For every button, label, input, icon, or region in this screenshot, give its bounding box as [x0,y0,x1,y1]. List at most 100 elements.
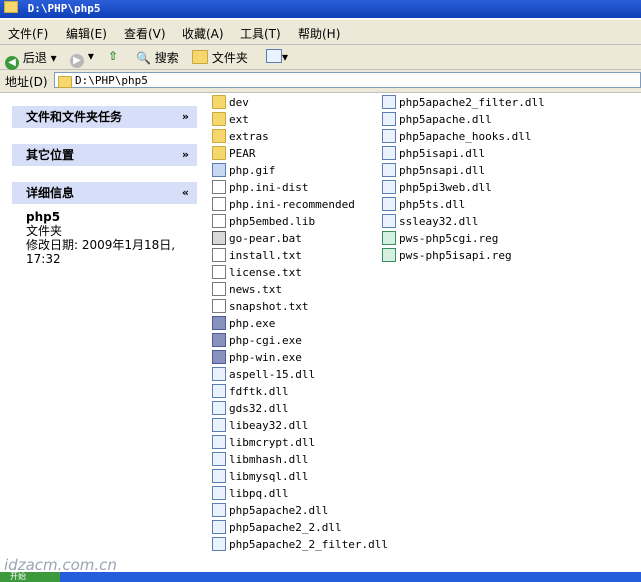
file-name: dev [229,96,249,109]
file-item[interactable]: news.txt [212,281,282,298]
file-item[interactable]: go-pear.bat [212,230,302,247]
file-tasks-title: 文件和文件夹任务 [26,110,123,124]
folder-icon [192,50,208,64]
file-name: php5nsapi.dll [399,164,486,177]
menu-view[interactable]: 查看(V) [124,25,166,42]
file-name: ssleay32.dll [399,215,479,228]
views-button[interactable]: ▾ [266,49,288,64]
file-item[interactable]: aspell-15.dll [212,366,315,383]
file-name: php.ini-recommended [229,198,355,211]
doc-file-icon [212,265,226,279]
file-name: go-pear.bat [229,232,302,245]
folder-file-icon [212,112,226,126]
dll-file-icon [382,180,396,194]
file-name: ext [229,113,249,126]
file-item[interactable]: php.ini-recommended [212,196,355,213]
folders-label: 文件夹 [211,51,248,65]
doc-file-icon [212,248,226,262]
file-item[interactable]: php5apache2_filter.dll [382,94,545,111]
file-name: php.gif [229,164,276,177]
file-tasks-header[interactable]: 文件和文件夹任务 » [12,106,197,128]
other-places-header[interactable]: 其它位置 » [12,144,197,166]
file-item[interactable]: snapshot.txt [212,298,308,315]
file-item[interactable]: php.gif [212,162,275,179]
dll-file-icon [212,486,226,500]
menu-favorites[interactable]: 收藏(A) [182,25,224,42]
file-name: php-win.exe [229,351,302,364]
file-item[interactable]: ssleay32.dll [382,213,478,230]
back-button[interactable]: ◀ 后退 ▾ [5,49,57,70]
file-item[interactable]: php.exe [212,315,275,332]
file-name: libmhash.dll [229,453,309,466]
file-name: php5isapi.dll [399,147,486,160]
file-item[interactable]: php5isapi.dll [382,145,485,162]
folder-icon [4,1,18,13]
file-item[interactable]: libmysql.dll [212,468,308,485]
file-item[interactable]: php5apache2_2.dll [212,519,342,536]
folders-button[interactable]: 文件夹 [192,49,248,66]
file-item[interactable]: php-win.exe [212,349,302,366]
back-label: 后退 [22,51,47,65]
folder-file-icon [212,95,226,109]
file-item[interactable]: PEAR [212,145,256,162]
file-item[interactable]: php-cgi.exe [212,332,302,349]
details-title: 详细信息 [26,186,75,200]
file-item[interactable]: php5ts.dll [382,196,465,213]
file-name: libmysql.dll [229,470,309,483]
file-item[interactable]: libmcrypt.dll [212,434,315,451]
file-item[interactable]: ext [212,111,249,128]
file-list: dev ext extras PEAR php.gif php.ini-dist php.i… [206,93,641,553]
file-item[interactable]: gds32.dll [212,400,289,417]
start-button[interactable]: 开始 [0,572,60,582]
file-name: php5apache.dll [399,113,492,126]
file-item[interactable]: php5apache.dll [382,111,492,128]
chevron-up-icon: « [181,186,189,199]
file-item[interactable]: license.txt [212,264,302,281]
dll-file-icon [212,384,226,398]
file-item[interactable]: php.ini-dist [212,179,308,196]
up-arrow-icon: ⇧ [108,49,119,63]
file-item[interactable]: pws-php5cgi.reg [382,230,498,247]
file-name: fdftk.dll [229,385,289,398]
file-item[interactable]: install.txt [212,247,302,264]
file-item[interactable]: php5apache2_2_filter.dll [212,536,388,553]
bat-file-icon [212,231,226,245]
back-arrow-icon: ◀ [5,56,19,70]
folder-icon [58,76,72,88]
menu-bar: 文件(F) 编辑(E) 查看(V) 收藏(A) 工具(T) 帮助(H) [0,20,641,45]
file-name: extras [229,130,269,143]
file-item[interactable]: php5apache_hooks.dll [382,128,531,145]
address-input[interactable]: D:\PHP\php5 [54,72,641,88]
file-item[interactable]: pws-php5isapi.reg [382,247,512,264]
file-item[interactable]: fdftk.dll [212,383,289,400]
file-name: libmcrypt.dll [229,436,316,449]
file-item[interactable]: libmhash.dll [212,451,308,468]
img-file-icon [212,163,226,177]
file-item[interactable]: dev [212,94,249,111]
dll-file-icon [382,112,396,126]
file-item[interactable]: php5nsapi.dll [382,162,485,179]
details-header[interactable]: 详细信息 « [12,182,197,204]
menu-tools[interactable]: 工具(T) [240,25,281,42]
menu-edit[interactable]: 编辑(E) [66,25,107,42]
dll-file-icon [382,146,396,160]
dll-file-icon [212,520,226,534]
file-item[interactable]: libpq.dll [212,485,289,502]
menu-help[interactable]: 帮助(H) [298,25,340,42]
forward-button[interactable]: ▶ ▾ [70,49,94,68]
dll-file-icon [212,452,226,466]
file-item[interactable]: extras [212,128,269,145]
file-name: pws-php5isapi.reg [399,249,512,262]
dll-file-icon [382,214,396,228]
folder-file-icon [212,146,226,160]
file-item[interactable]: php5embed.lib [212,213,315,230]
file-item[interactable]: php5pi3web.dll [382,179,492,196]
file-item[interactable]: php5apache2.dll [212,502,328,519]
dll-file-icon [212,503,226,517]
file-item[interactable]: libeay32.dll [212,417,308,434]
menu-file[interactable]: 文件(F) [8,25,48,42]
php-file-icon [212,316,226,330]
search-button[interactable]: 🔍 搜索 [136,49,179,66]
up-folder-button[interactable]: ⇧ [108,49,118,63]
file-name: php5embed.lib [229,215,316,228]
